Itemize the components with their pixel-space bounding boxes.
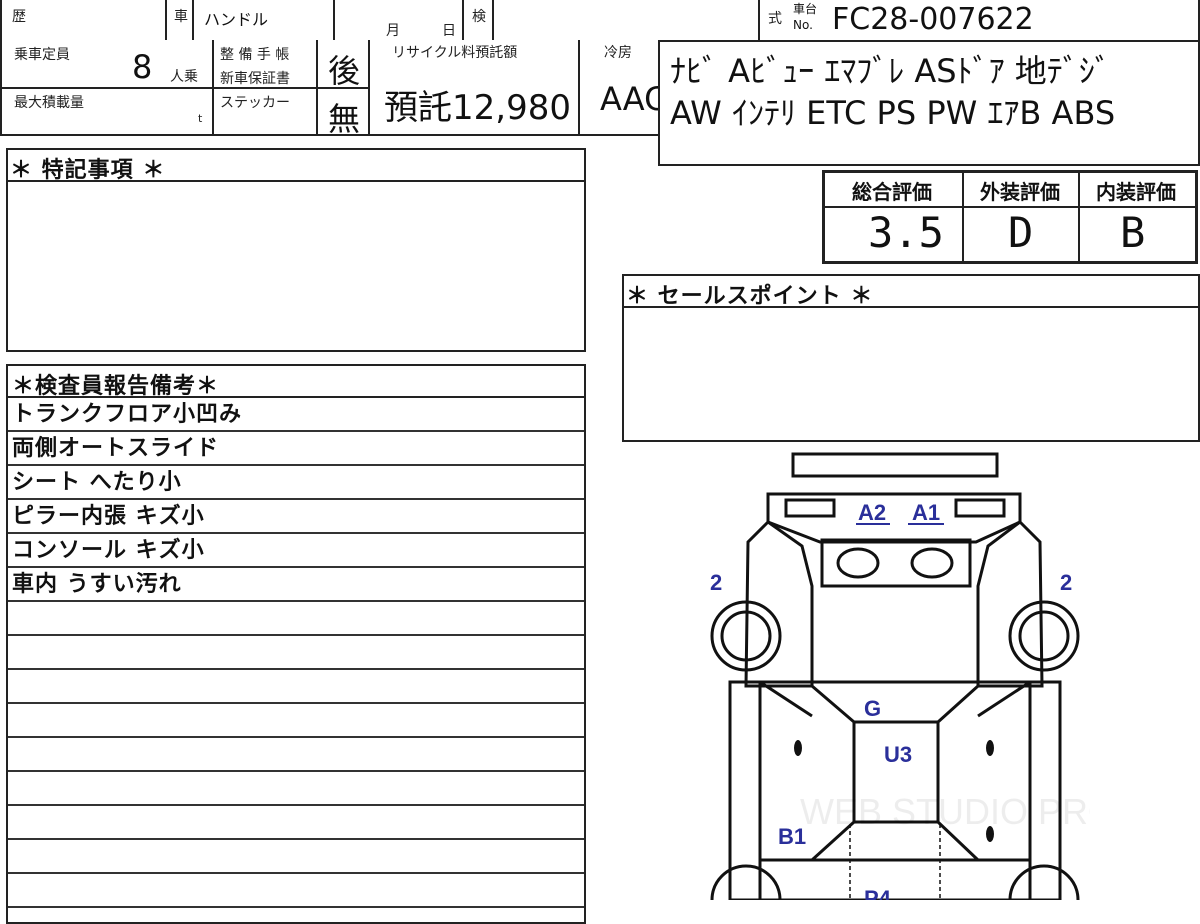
remark-row [8,840,584,874]
rear-right-tire-part [1008,864,1080,900]
max-load-label: 最大積載量 [14,95,84,111]
remark-row [8,636,584,670]
remark-row [8,874,584,908]
exterior-score-label: 外装評価 [980,180,1060,204]
equipment-line-1: ﾅﾋﾞ Aﾋﾞｭｰ ｴﾏﾌﾞﾚ ASﾄﾞｱ 地ﾃﾞｼﾞ [670,52,1111,90]
car-damage-diagram: WEB STUDIO PRO A2 A1 2 2 G U3 B1 P4 [710,452,1090,900]
rear-left-tire-part [710,864,782,900]
capacity-unit: 人乗 [170,69,198,85]
damage-label-a2: A2 [858,500,886,525]
capacity-value: 8 [132,48,153,86]
recycle-label: リサイクル料預託額 [392,45,518,61]
right-door-handle [986,740,994,756]
recycle-value: 預託12,980 [384,88,571,128]
remark-row: ピラー内張 キズ小 [8,500,584,534]
aircon-value: AAC [600,80,667,118]
special-notes-title: ＊ 特記事項 ＊ [10,158,166,183]
inspector-remarks-title: ＊検査員報告備考＊ [12,374,220,399]
remark-row [8,670,584,704]
damage-label-a1: A1 [912,500,940,525]
maintenance-value: 後 [328,52,361,90]
left-door-handle [794,740,802,756]
max-load-unit: t [198,112,203,125]
overall-score-value: 3.5 [868,208,944,257]
interior-score-value: B [1120,208,1146,257]
type-label: 式 [768,11,782,27]
chassis-number: FC28-007622 [832,2,1034,37]
sticker-value: 無 [328,100,361,138]
remark-row: 車内 うすい汚れ [8,568,584,602]
warranty-label: 新車保証書 [220,71,290,87]
front-bumper-part [791,452,999,478]
remark-row [8,738,584,772]
day-label: 日 [442,23,456,39]
damage-label-right-tire: 2 [1060,570,1072,595]
history-label: 歴 [12,9,26,25]
handle-label: ハンドル [204,10,269,29]
sticker-label: ステッカー [220,95,290,111]
chassis-label-top: 車台 [793,2,818,16]
damage-label-left-tire: 2 [710,570,722,595]
equipment-line-2: AW ｲﾝﾃﾘ ETC PS PW ｴｱB ABS [670,94,1116,132]
car-label: 車 [174,9,188,25]
remark-row [8,704,584,738]
headlight-right-part [910,547,954,579]
interior-score-label: 内装評価 [1096,180,1176,204]
aircon-label: 冷房 [604,45,632,61]
remark-row: トランクフロア小凹み [8,398,584,432]
maintenance-label: 整 備 手 帳 [220,47,290,63]
chassis-label-bottom: No. [793,18,813,32]
month-label: 月 [386,23,400,39]
remark-row: シート へたり小 [8,466,584,500]
damage-label-u3: U3 [884,742,912,767]
sales-points-title: ＊ セールスポイント ＊ [626,284,874,309]
damage-label-b1: B1 [778,824,806,849]
remark-row: コンソール キズ小 [8,534,584,568]
diagram-watermark: WEB STUDIO PRO [800,791,1090,832]
windshield-part [820,538,972,588]
inspection-label: 検 [472,9,486,25]
overall-score-label: 総合評価 [852,180,932,204]
exterior-score-value: D [1008,208,1034,257]
remark-row: 両側オートスライド [8,432,584,466]
remark-row [8,806,584,840]
headlight-left-part [836,547,880,579]
damage-label-p4: P4 [864,886,892,900]
damage-label-g: G [864,696,881,721]
capacity-label: 乗車定員 [14,47,70,63]
remark-row [8,772,584,806]
remark-row [8,602,584,636]
